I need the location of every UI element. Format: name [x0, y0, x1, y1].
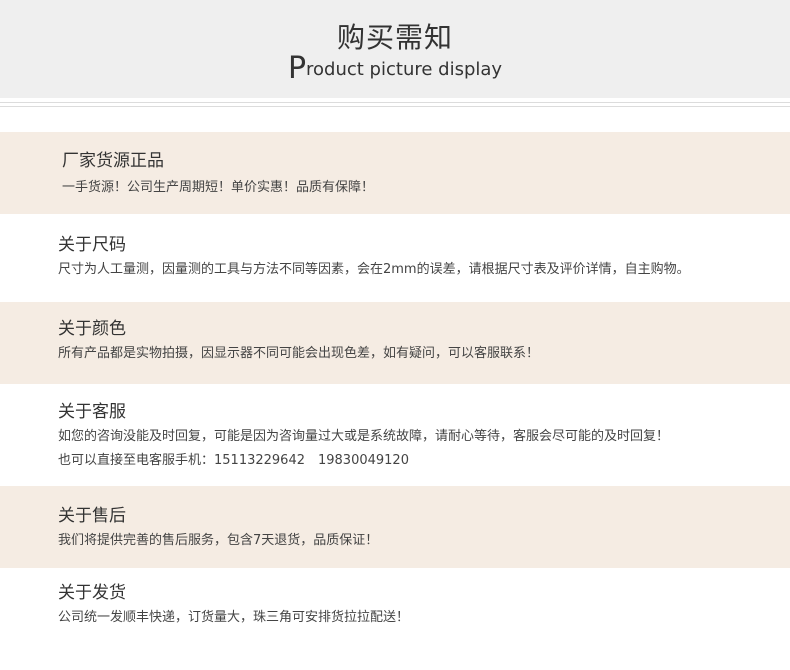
- section-text: 如您的咨询没能及时回复，可能是因为咨询量过大或是系统故障，请耐心等待，客服会尽可…: [58, 429, 670, 444]
- section-title: 关于售后: [58, 506, 126, 526]
- section-shipping: 关于发货 公司统一发顺丰快递，订货量大，珠三角可安排货拉拉配送！: [0, 568, 790, 670]
- section-text: 尺寸为人工量测，因量测的工具与方法不同等因素，会在2mm的误差，请根据尺寸表及评…: [58, 262, 690, 277]
- subtitle-rest: roduct picture display: [306, 59, 503, 80]
- section-text: 公司统一发顺丰快递，订货量大，珠三角可安排货拉拉配送！: [58, 610, 410, 625]
- page-subtitle: Product picture display: [0, 53, 790, 86]
- section-text: 所有产品都是实物拍摄，因显示器不同可能会出现色差，如有疑问，可以客服联系！: [58, 346, 540, 361]
- section-service: 关于客服 如您的咨询没能及时回复，可能是因为咨询量过大或是系统故障，请耐心等待，…: [0, 384, 790, 486]
- section-color: 关于颜色 所有产品都是实物拍摄，因显示器不同可能会出现色差，如有疑问，可以客服联…: [0, 302, 790, 384]
- section-title: 厂家货源正品: [62, 151, 164, 171]
- divider-top: [0, 102, 790, 103]
- section-genuine: 厂家货源正品 一手货源！公司生产周期短！单价实惠！品质有保障！: [0, 132, 790, 214]
- section-text: 我们将提供完善的售后服务，包含7天退货，品质保证！: [58, 533, 379, 548]
- section-title: 关于颜色: [58, 319, 126, 339]
- page-title: 购买需知: [336, 21, 453, 54]
- divider-bottom: [0, 106, 790, 107]
- subtitle-initial: P: [287, 51, 307, 86]
- section-title: 关于客服: [58, 402, 126, 422]
- section-title: 关于发货: [58, 583, 126, 603]
- section-text: 一手货源！公司生产周期短！单价实惠！品质有保障！: [62, 180, 375, 195]
- section-aftersales: 关于售后 我们将提供完善的售后服务，包含7天退货，品质保证！: [0, 486, 790, 568]
- section-size: 关于尺码 尺寸为人工量测，因量测的工具与方法不同等因素，会在2mm的误差，请根据…: [0, 214, 790, 302]
- section-title: 关于尺码: [58, 235, 126, 255]
- header: 购买需知 Product picture display: [0, 0, 790, 98]
- section-text-phone: 也可以直接至电客服手机：15113229642 19830049120: [58, 453, 409, 468]
